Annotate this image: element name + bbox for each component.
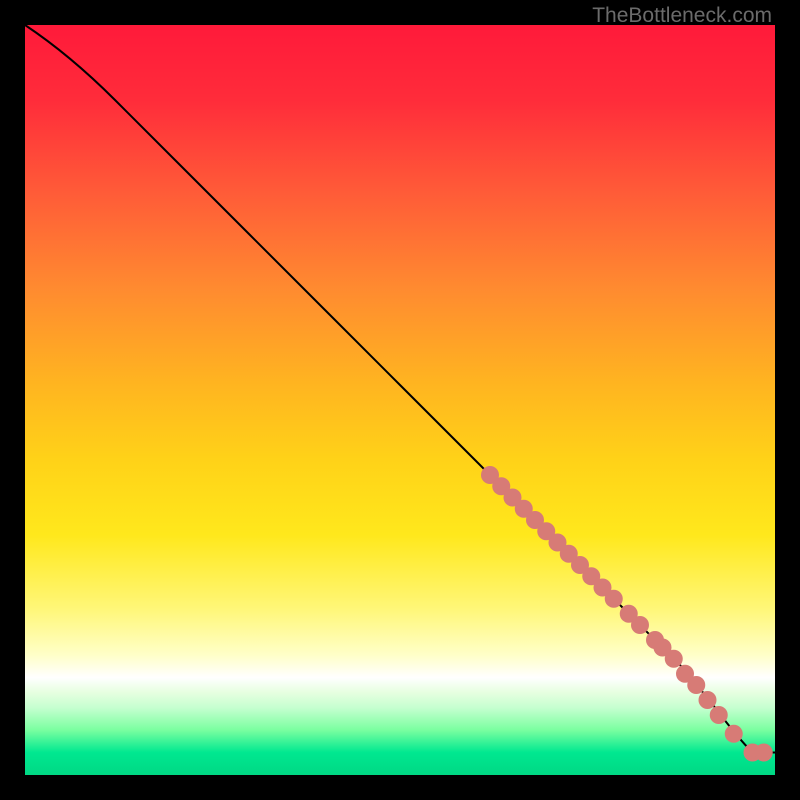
chart-plot-area <box>25 25 775 775</box>
scatter-point <box>687 676 705 694</box>
scatter-point <box>631 616 649 634</box>
scatter-point <box>725 725 743 743</box>
scatter-point <box>699 691 717 709</box>
scatter-point <box>605 590 623 608</box>
scatter-cluster <box>481 466 773 762</box>
scatter-point <box>710 706 728 724</box>
scatter-point <box>755 744 773 762</box>
chart-overlay <box>25 25 775 775</box>
scatter-point <box>665 650 683 668</box>
